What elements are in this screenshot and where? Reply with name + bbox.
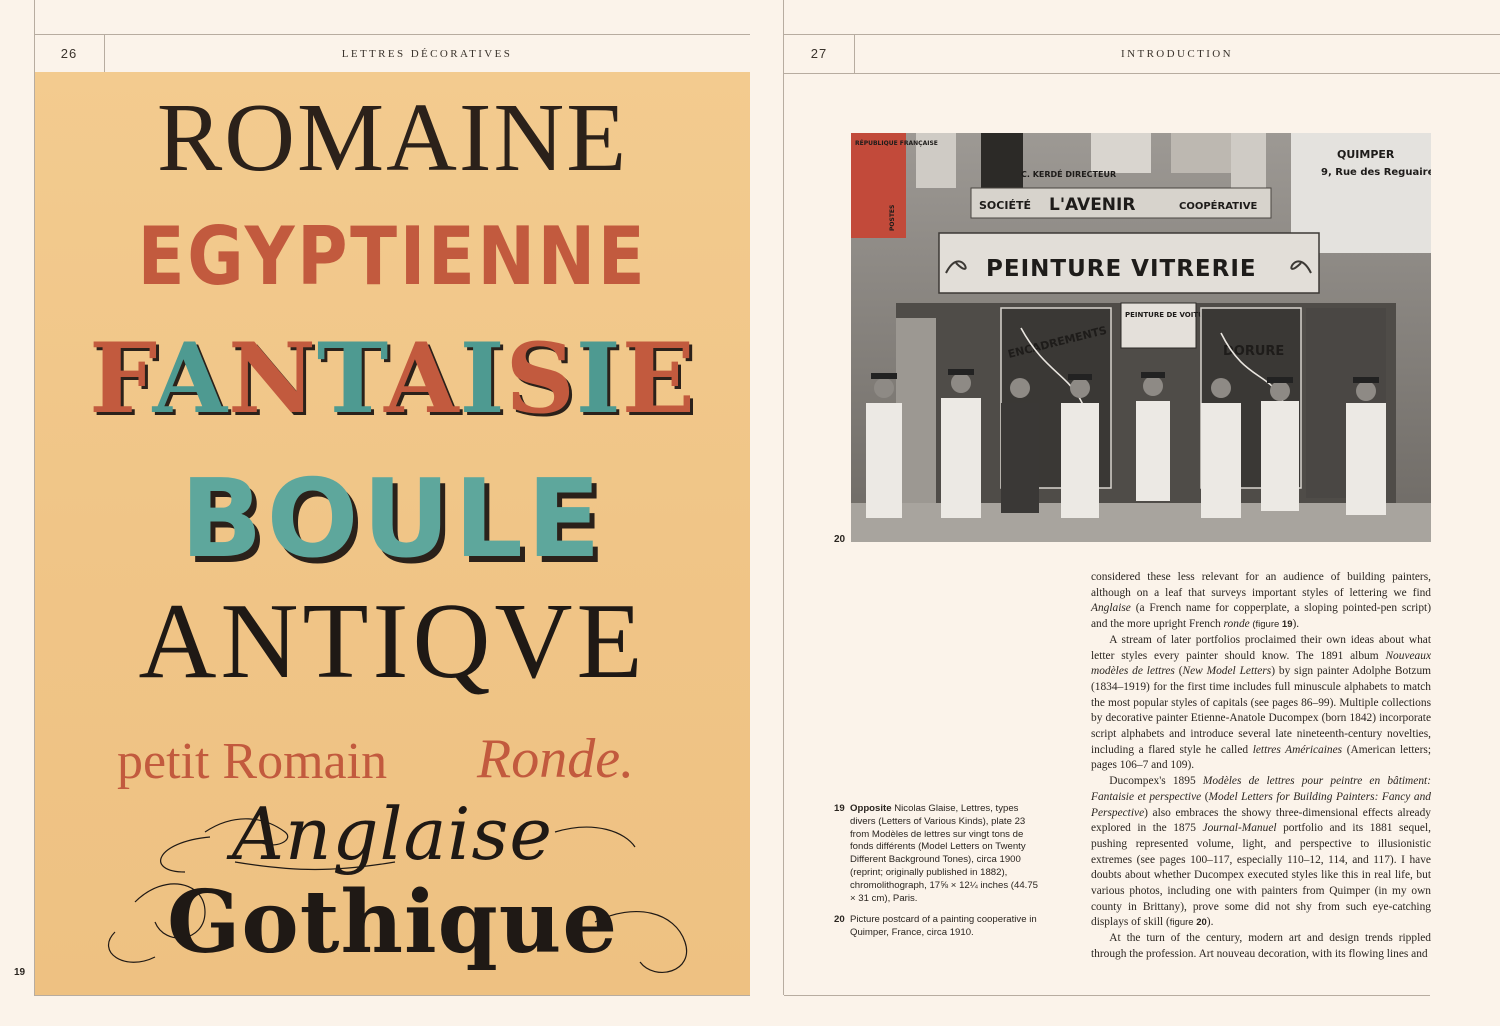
section-title-right: INTRODUCTION: [1121, 48, 1233, 60]
photo-figure-number: 20: [834, 534, 846, 545]
caption-number: 19: [834, 803, 845, 814]
society-sign: SOCIÉTÉ: [979, 199, 1031, 212]
running-head-right: 27 INTRODUCTION: [784, 34, 1500, 74]
director-sign: C. KERDÉ DIRECTEUR: [1021, 168, 1116, 179]
caption-19: 19 Opposite Nicolas Glaise, Lettres, typ…: [834, 803, 1046, 905]
right-page: 27 INTRODUCTION RÉPUBLIQUE FRANÇAISE POS…: [750, 0, 1500, 1026]
paragraph-2: A stream of later portfolios proclaimed …: [1091, 633, 1431, 772]
caption-lead: Opposite: [850, 803, 892, 814]
section-title-left: LETTRES DÉCORATIVES: [341, 48, 513, 60]
page-rule-bottom-right: [784, 995, 1430, 996]
page-number-left: 26: [34, 35, 105, 73]
body-text-column: considered these less relevant for an au…: [1091, 570, 1431, 963]
avenir-sign: L'AVENIR: [1049, 195, 1135, 215]
paragraph-4: At the turn of the century, modern art a…: [1091, 932, 1431, 960]
caption-number: 20: [834, 914, 845, 926]
stamp-bottom-text: POSTES: [889, 205, 896, 231]
plate-word-anglaise: Anglaise: [232, 792, 553, 876]
page-number-right: 27: [784, 35, 855, 73]
left-page: 26 LETTRES DÉCORATIVES ROMAINE EGYPTIENN…: [0, 0, 750, 1026]
stamp-top-text: RÉPUBLIQUE FRANÇAISE: [855, 139, 938, 147]
caption-text: Picture postcard of a painting cooperati…: [850, 914, 1037, 939]
figure-captions: 19 Opposite Nicolas Glaise, Lettres, typ…: [834, 803, 1046, 949]
page-rule-bottom-left: [34, 995, 750, 996]
running-head-left: 26 LETTRES DÉCORATIVES: [34, 34, 750, 74]
street-label: 9, Rue des Reguaires: [1321, 167, 1431, 178]
caption-text: Opposite Nicolas Glaise, Lettres, types …: [850, 803, 1046, 905]
paragraph-3: Ducompex's 1895 Modèles de lettres pour …: [1091, 775, 1431, 929]
paragraph-1: considered these less relevant for an au…: [1091, 571, 1431, 631]
city-label: QUIMPER: [1337, 148, 1395, 161]
postcard-photo: RÉPUBLIQUE FRANÇAISE POSTES C. KERDÉ DIR…: [851, 133, 1431, 542]
caption-20: 20 Picture postcard of a painting cooper…: [834, 914, 1046, 940]
main-shop-sign: PEINTURE VITRERIE: [986, 256, 1257, 282]
plate-figure-number: 19: [14, 967, 26, 978]
postage-stamp: [851, 133, 906, 238]
cooperative-sign: COOPÉRATIVE: [1179, 199, 1257, 212]
plate-word-gothique: Gothique: [166, 872, 619, 973]
caption-body: Nicolas Glaise, Lettres, types divers (L…: [850, 803, 1039, 904]
lettering-plate: ROMAINE EGYPTIENNE FANTAISIE BOULE ANTIQ…: [35, 72, 750, 995]
